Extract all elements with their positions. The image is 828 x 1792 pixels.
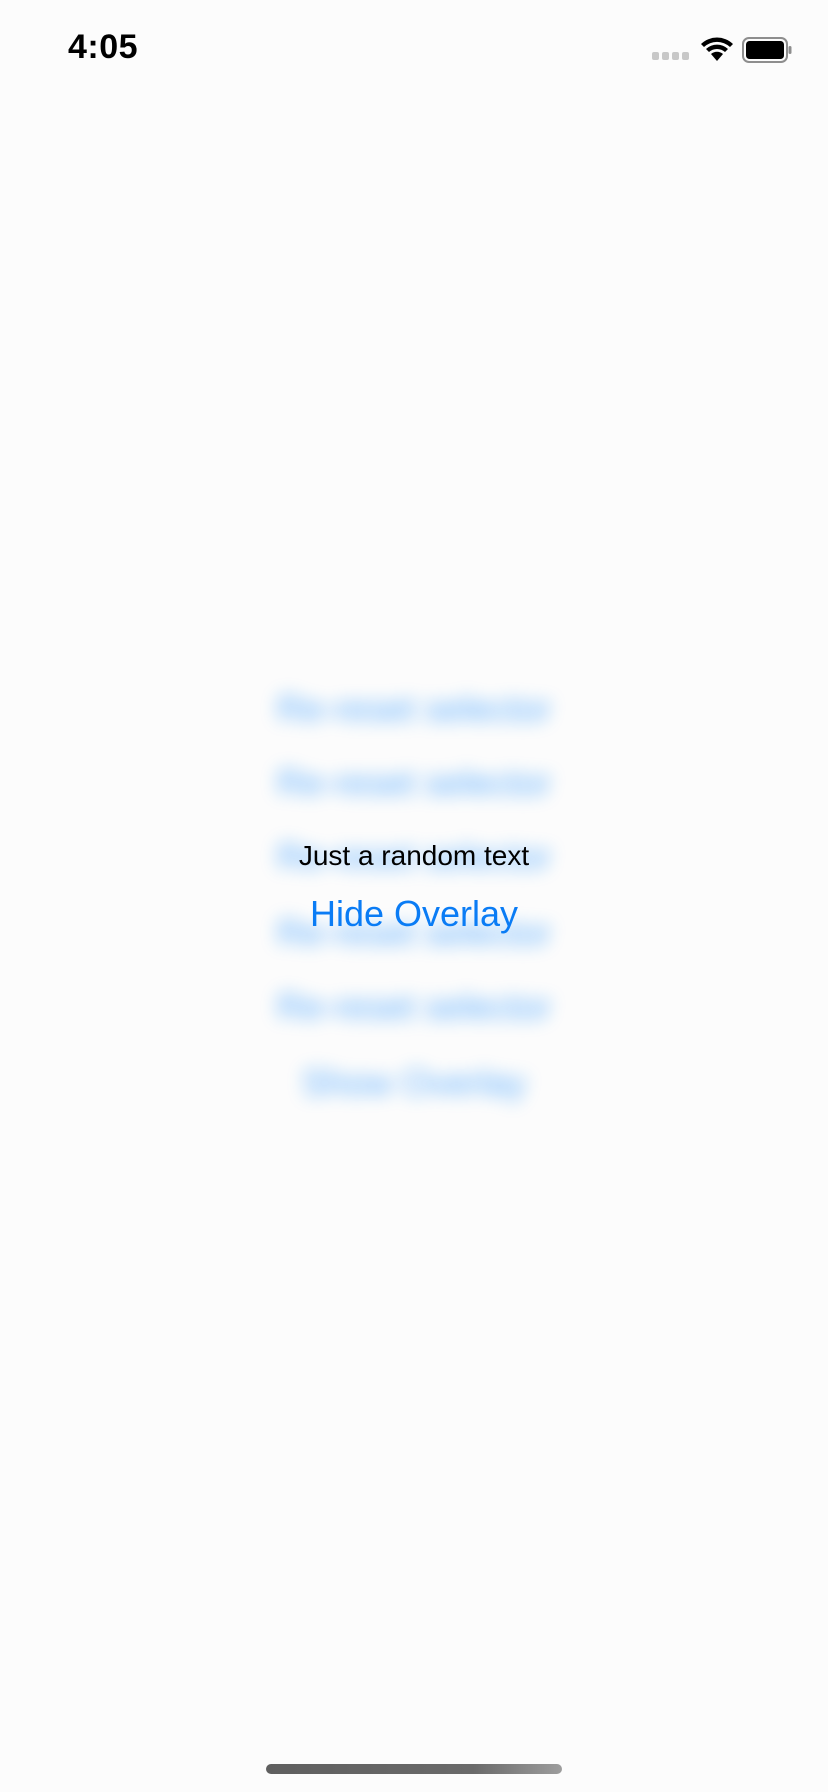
background-list-item: Re-reset selector — [276, 688, 552, 729]
background-list-item: Re-reset selector — [276, 762, 552, 803]
hide-overlay-button[interactable]: Hide Overlay — [0, 893, 828, 935]
home-indicator[interactable] — [266, 1764, 562, 1774]
background-show-overlay-button: Show Overlay — [301, 1062, 527, 1103]
overlay-text: Just a random text — [298, 840, 530, 871]
background-list-item: Re-reset selector — [276, 986, 552, 1027]
